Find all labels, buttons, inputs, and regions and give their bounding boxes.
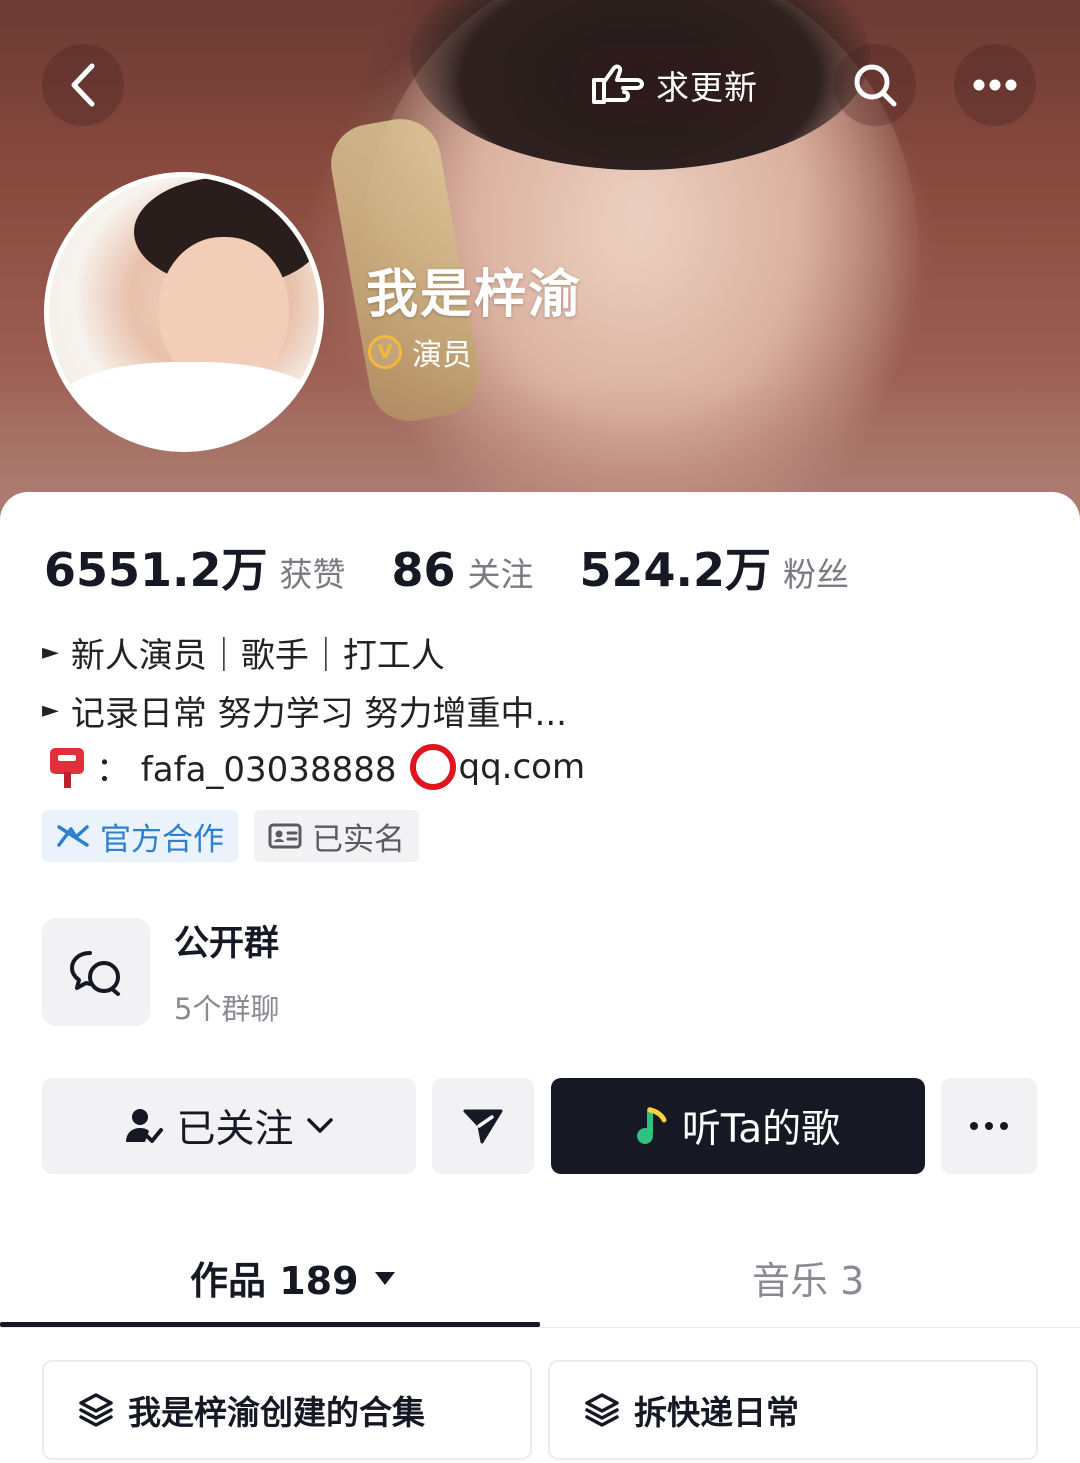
tag-official-coop[interactable]: 官方合作 — [42, 810, 238, 862]
official-coop-icon — [57, 825, 89, 847]
group-text: 公开群 5个群聊 — [174, 915, 279, 1028]
stat-following-label: 关注 — [467, 555, 534, 594]
bio-line-2-text: 记录日常 努力学习 努力增重中... — [70, 694, 567, 734]
stat-likes-label: 获赞 — [279, 555, 346, 594]
verify-row: V 演员 — [368, 330, 472, 374]
ring-icon — [410, 743, 457, 790]
search-icon — [854, 64, 897, 107]
stat-fans[interactable]: 524.2万 粉丝 — [580, 534, 850, 600]
user-check-icon — [126, 1109, 164, 1143]
followed-button[interactable]: 已关注 — [42, 1078, 416, 1174]
bio-line-1-text: 新人演员｜歌手｜打工人 — [70, 636, 445, 676]
music-note-icon — [636, 1107, 667, 1144]
triangle-right-icon: ► — [42, 698, 59, 723]
id-card-icon — [268, 823, 302, 849]
more-button[interactable] — [954, 44, 1036, 126]
verify-role-label: 演员 — [412, 338, 472, 373]
bio-line-3-suffix: qq.com — [458, 746, 586, 787]
stat-following-value: 86 — [391, 543, 456, 597]
stat-fans-label: 粉丝 — [783, 555, 850, 594]
tag-real-name[interactable]: 已实名 — [254, 810, 419, 862]
stat-following[interactable]: 86 关注 — [392, 543, 534, 597]
public-group-entry[interactable]: 公开群 5个群聊 — [42, 915, 279, 1028]
collection-label: 我是梓渝创建的合集 — [128, 1393, 425, 1432]
chat-bubbles-icon — [70, 950, 120, 996]
avatar-shirt — [49, 362, 319, 447]
tag-row: 官方合作 已实名 — [42, 810, 419, 862]
avatar[interactable] — [44, 172, 324, 452]
bio-line-1: ► 新人演员｜歌手｜打工人 — [42, 628, 445, 677]
collection-card[interactable]: 我是梓渝创建的合集 — [42, 1360, 532, 1460]
group-icon-box — [42, 917, 150, 1026]
hand-point-icon — [592, 64, 644, 104]
request-update-label: 求更新 — [656, 68, 758, 107]
chevron-left-icon — [71, 63, 95, 107]
more-dots-icon — [973, 79, 1017, 91]
listen-songs-label: 听Ta的歌 — [681, 1107, 841, 1152]
chevron-down-icon — [306, 1118, 333, 1133]
tag-real-name-label: 已实名 — [312, 821, 405, 858]
search-button[interactable] — [834, 44, 916, 126]
caret-down-icon — [374, 1271, 395, 1285]
more-actions-button[interactable] — [941, 1078, 1037, 1174]
more-dots-icon — [970, 1122, 1008, 1130]
listen-songs-button[interactable]: 听Ta的歌 — [551, 1078, 925, 1174]
stats-row: 6551.2万 获赞 86 关注 524.2万 粉丝 — [44, 534, 895, 600]
verified-v-icon: V — [368, 335, 402, 369]
tab-divider — [0, 1327, 1080, 1328]
tab-music[interactable]: 音乐 3 — [752, 1250, 864, 1305]
layers-icon — [79, 1393, 113, 1427]
send-icon — [463, 1109, 503, 1144]
tag-official-coop-label: 官方合作 — [100, 821, 224, 858]
tab-works-label: 作品 189 — [190, 1259, 359, 1303]
group-title: 公开群 — [174, 924, 280, 964]
tab-works[interactable]: 作品 189 — [190, 1250, 397, 1305]
followed-label: 已关注 — [176, 1107, 294, 1152]
stat-likes-value: 6551.2万 — [44, 543, 268, 597]
collection-label: 拆快递日常 — [634, 1393, 799, 1432]
triangle-right-icon: ► — [42, 640, 59, 665]
send-message-button[interactable] — [432, 1078, 534, 1174]
back-button[interactable] — [42, 44, 124, 126]
layers-icon — [585, 1393, 619, 1427]
request-update-button[interactable]: 求更新 — [572, 44, 782, 126]
group-subtitle: 5个群聊 — [174, 992, 280, 1026]
bio-line-3: ： fafa_03038888 qq.com — [42, 742, 585, 791]
stat-fans-value: 524.2万 — [579, 543, 772, 597]
tab-music-label: 音乐 3 — [752, 1259, 865, 1303]
bio-line-3-prefix: ： fafa_03038888 — [96, 750, 397, 790]
mailbox-icon — [50, 746, 84, 788]
stat-likes[interactable]: 6551.2万 获赞 — [44, 534, 346, 600]
collection-card[interactable]: 拆快递日常 — [548, 1360, 1038, 1460]
profile-name: 我是梓渝 — [366, 265, 583, 325]
bio-line-2: ► 记录日常 努力学习 努力增重中... — [42, 686, 567, 735]
